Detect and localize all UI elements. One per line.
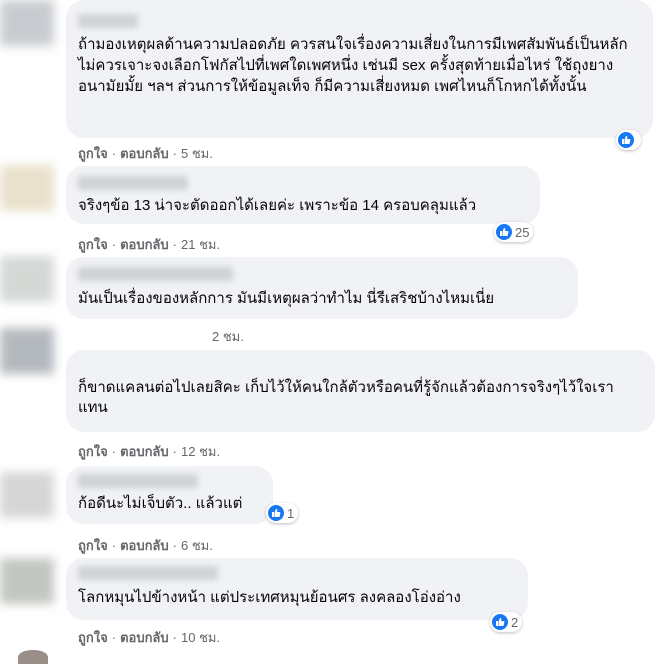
reply-link[interactable]: ตอบกลับ xyxy=(120,630,169,645)
comment-meta: ถูกใจ · ตอบกลับ · 12 ชม. xyxy=(78,444,221,459)
comment-bubble: จริงๆข้อ 13 น่าจะตัดออกได้เลยค่ะ เพราะข้… xyxy=(66,166,540,224)
reaction-number: 25 xyxy=(515,224,530,240)
comment-bubble: ก็ขาดแคลนต่อไปเลยสิคะ เก็บไว้ให้คนใกล้ตั… xyxy=(66,350,655,432)
avatar[interactable] xyxy=(0,0,54,46)
avatar[interactable] xyxy=(0,558,54,604)
timestamp[interactable]: 5 ชม. xyxy=(181,146,213,161)
reaction-count[interactable]: 2 xyxy=(490,612,523,632)
like-link[interactable]: ถูกใจ xyxy=(78,538,108,553)
reaction-number: 2 xyxy=(511,614,519,630)
avatar[interactable] xyxy=(18,650,48,664)
comment-bubble: โลกหมุนไปข้างหน้า แต่ประเทศหมุนย้อนศร ลง… xyxy=(66,558,528,620)
reply-link[interactable]: ตอบกลับ xyxy=(120,146,169,161)
avatar[interactable] xyxy=(0,165,54,211)
comment-bubble: ถ้ามองเหตุผลด้านความปลอดภัย ควรสนใจเรื่อ… xyxy=(66,0,653,138)
reply-link[interactable]: ตอบกลับ xyxy=(120,237,169,252)
comment-meta: ถูกใจ · ตอบกลับ · 5 ชม. xyxy=(78,146,213,161)
reaction-count[interactable] xyxy=(616,130,641,150)
reaction-count[interactable]: 25 xyxy=(494,222,534,242)
thumbs-up-icon xyxy=(492,614,508,630)
thumbs-up-icon xyxy=(618,132,634,148)
commenter-name[interactable] xyxy=(78,566,218,580)
comment-meta: ถูกใจ · ตอบกลับ · 10 ชม. xyxy=(78,630,221,645)
comment-meta: 2 ชม. xyxy=(212,326,244,347)
comment-text: ก็ขาดแคลนต่อไปเลยสิคะ เก็บไว้ให้คนใกล้ตั… xyxy=(78,379,614,416)
reply-link[interactable]: ตอบกลับ xyxy=(120,538,169,553)
commenter-name[interactable] xyxy=(78,267,233,281)
avatar[interactable] xyxy=(0,472,54,518)
avatar[interactable] xyxy=(0,256,54,302)
comment-text: โลกหมุนไปข้างหน้า แต่ประเทศหมุนย้อนศร ลง… xyxy=(78,589,461,606)
comment-bubble: มันเป็นเรื่องของหลักการ มันมีเหตุผลว่าทำ… xyxy=(66,257,578,319)
comment-text: จริงๆข้อ 13 น่าจะตัดออกได้เลยค่ะ เพราะข้… xyxy=(78,197,477,214)
comment-text: ถ้ามองเหตุผลด้านความปลอดภัย ควรสนใจเรื่อ… xyxy=(78,36,628,95)
timestamp[interactable]: 21 ชม. xyxy=(181,237,220,252)
timestamp[interactable]: 12 ชม. xyxy=(181,444,220,459)
avatar[interactable] xyxy=(0,328,54,374)
commenter-name[interactable] xyxy=(78,474,198,488)
timestamp[interactable]: 2 ชม. xyxy=(212,329,244,344)
thumbs-up-icon xyxy=(496,224,512,240)
comment-text: ก้อดีนะไม่เจ็บตัว.. แล้วแต่ xyxy=(78,495,243,512)
comment-bubble: ก้อดีนะไม่เจ็บตัว.. แล้วแต่ xyxy=(66,466,273,524)
reaction-number: 1 xyxy=(287,505,295,521)
comment-text: มันเป็นเรื่องของหลักการ มันมีเหตุผลว่าทำ… xyxy=(78,290,495,307)
like-link[interactable]: ถูกใจ xyxy=(78,146,108,161)
commenter-name[interactable] xyxy=(78,14,138,28)
timestamp[interactable]: 6 ชม. xyxy=(181,538,213,553)
like-link[interactable]: ถูกใจ xyxy=(78,444,108,459)
reply-link[interactable]: ตอบกลับ xyxy=(120,444,169,459)
timestamp[interactable]: 10 ชม. xyxy=(181,630,220,645)
reaction-count[interactable]: 1 xyxy=(266,503,299,523)
thumbs-up-icon xyxy=(268,505,284,521)
comment-meta: ถูกใจ · ตอบกลับ · 21 ชม. xyxy=(78,237,221,252)
comment-meta: ถูกใจ · ตอบกลับ · 6 ชม. xyxy=(78,538,213,553)
like-link[interactable]: ถูกใจ xyxy=(78,630,108,645)
like-link[interactable]: ถูกใจ xyxy=(78,237,108,252)
commenter-name[interactable] xyxy=(78,176,188,190)
